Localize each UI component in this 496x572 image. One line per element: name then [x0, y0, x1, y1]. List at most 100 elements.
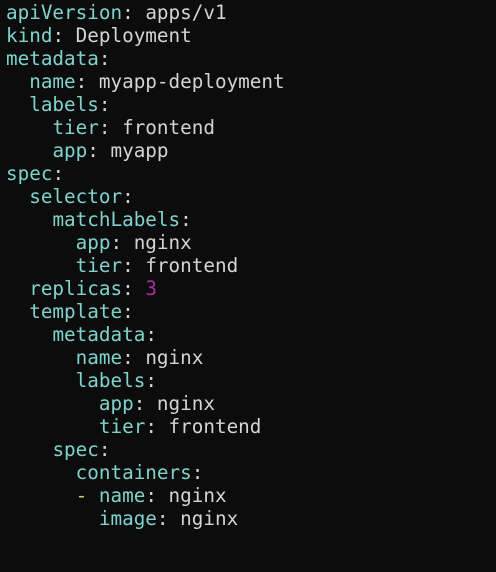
yaml-key: metadata [52, 323, 146, 346]
key-colon: : [110, 231, 123, 254]
key-colon: : [122, 185, 134, 208]
yaml-key: kind [6, 24, 53, 47]
yaml-key: labels [29, 93, 99, 116]
key-colon: : [145, 369, 157, 392]
key-colon: : [98, 116, 111, 139]
yaml-key: spec [6, 162, 53, 185]
yaml-key: name [98, 484, 146, 507]
yaml-value: frontend [145, 254, 239, 277]
code-line: containers: [0, 461, 496, 484]
separator-space [134, 1, 146, 24]
separator-space [134, 277, 146, 300]
yaml-value: apps/v1 [145, 1, 227, 24]
code-line: replicas: 3 [0, 277, 496, 300]
key-colon: : [145, 484, 157, 507]
separator-space [157, 415, 169, 438]
key-colon: : [122, 346, 134, 369]
key-colon: : [180, 208, 192, 231]
yaml-key: apiVersion [6, 1, 123, 24]
code-line: name: nginx [0, 346, 496, 369]
code-line: tier: frontend [0, 254, 496, 277]
key-colon: : [52, 24, 65, 47]
key-colon: : [133, 392, 146, 415]
yaml-value: nginx [168, 484, 227, 507]
code-line: app: myapp [0, 139, 496, 162]
key-colon: : [145, 415, 157, 438]
yaml-key: replicas [29, 277, 123, 300]
code-line: spec: [0, 162, 496, 185]
yaml-key: tier [75, 254, 123, 277]
yaml-key: labels [75, 369, 146, 392]
key-colon: : [122, 1, 134, 24]
code-line: image: nginx [0, 507, 496, 530]
yaml-value: nginx [156, 392, 215, 415]
yaml-key: matchLabels [52, 208, 181, 231]
key-colon: : [122, 254, 134, 277]
yaml-value: myapp-deployment [98, 70, 285, 93]
yaml-key: tier [98, 415, 146, 438]
code-line: metadata: [0, 323, 496, 346]
key-colon: : [52, 162, 65, 185]
code-line: metadata: [0, 47, 496, 70]
yaml-value: frontend [168, 415, 262, 438]
yaml-value: nginx [180, 507, 239, 530]
yaml-key: app [52, 139, 88, 162]
key-colon: : [98, 93, 111, 116]
yaml-number-value: 3 [145, 277, 157, 300]
yaml-key: name [29, 70, 76, 93]
separator-space [87, 70, 99, 93]
yaml-key: metadata [6, 47, 99, 70]
code-line: name: myapp-deployment [0, 70, 496, 93]
separator-space [157, 484, 169, 507]
code-line: apiVersion: apps/v1 [0, 1, 496, 24]
yaml-key: name [75, 346, 123, 369]
code-line: selector: [0, 185, 496, 208]
key-colon: : [98, 47, 111, 70]
yaml-value: myapp [110, 139, 169, 162]
yaml-key: containers [75, 461, 192, 484]
code-line: template: [0, 300, 496, 323]
yaml-key: app [98, 392, 134, 415]
separator-space [169, 507, 181, 530]
yaml-key: tier [52, 116, 99, 139]
code-line: tier: frontend [0, 116, 496, 139]
code-line: matchLabels: [0, 208, 496, 231]
code-line: tier: frontend [0, 415, 496, 438]
yaml-key: spec [52, 438, 99, 461]
yaml-key: template [29, 300, 123, 323]
separator-space [110, 116, 122, 139]
yaml-code-view[interactable]: apiVersion: apps/v1 kind: Deployment metad… [0, 0, 496, 572]
code-line: app: nginx [0, 392, 496, 415]
key-colon: : [87, 139, 99, 162]
yaml-key: selector [29, 185, 123, 208]
code-line: spec: [0, 438, 496, 461]
code-line: labels: [0, 369, 496, 392]
key-colon: : [75, 70, 88, 93]
yaml-value: frontend [122, 116, 215, 139]
key-colon: : [122, 300, 134, 323]
key-colon: : [191, 461, 204, 484]
list-item-dash: - [75, 484, 99, 507]
key-colon: : [145, 323, 157, 346]
key-colon: : [156, 507, 169, 530]
separator-space [122, 231, 134, 254]
